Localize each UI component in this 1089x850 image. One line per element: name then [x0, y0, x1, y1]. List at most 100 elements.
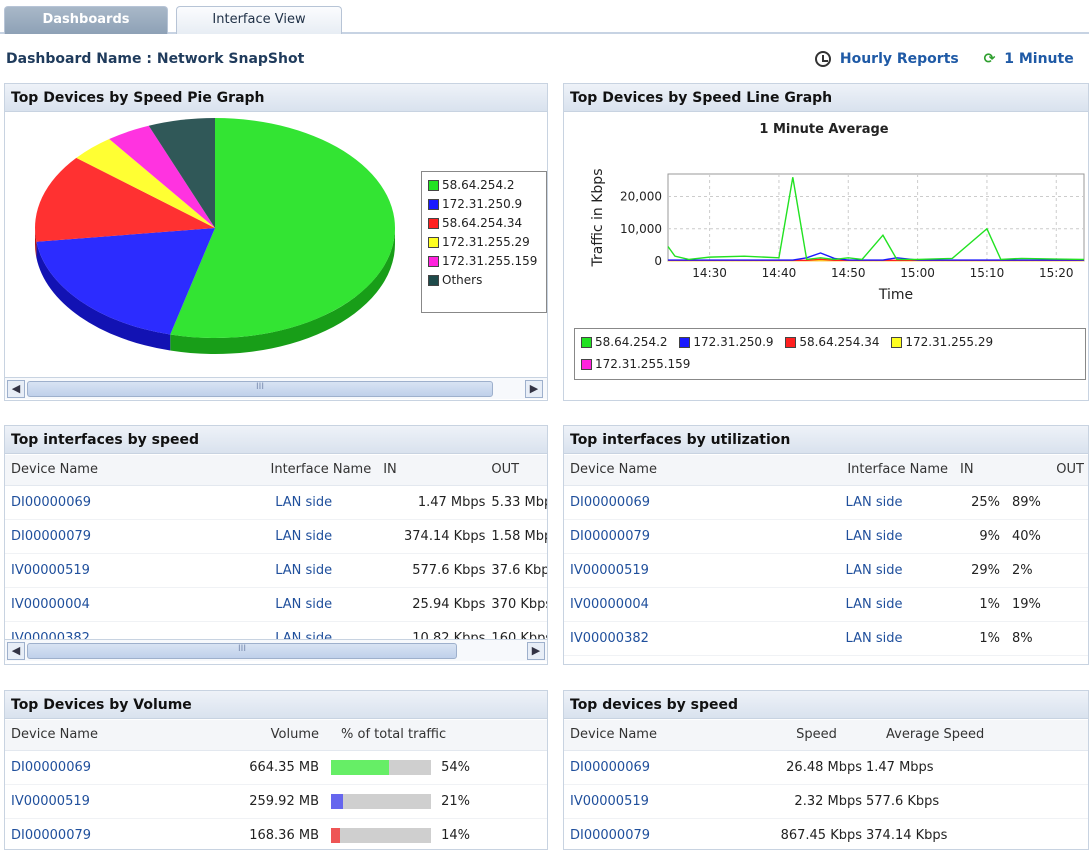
pie-legend-item: 172.31.250.9	[428, 195, 546, 214]
avg-speed-value: 577.6 Kbps	[864, 784, 1088, 819]
avg-speed-value: 1.47 Mbps	[864, 750, 1088, 785]
device-link[interactable]: IV00000519	[5, 784, 225, 819]
in-value: 25.94 Kbps	[377, 587, 486, 622]
pie-legend-item: Others	[428, 271, 546, 290]
devices-volume-panel: Top Devices by Volume Device Name Volume…	[4, 690, 548, 850]
pie-hscrollbar[interactable]: ◀ III ▶	[5, 377, 547, 399]
tab-bar: Dashboards Interface View	[0, 0, 1089, 34]
interfaces-speed-panel: Top interfaces by speed Device Name Inte…	[4, 425, 548, 665]
traffic-cell: 14%	[325, 818, 547, 849]
interface-link[interactable]: LAN side	[230, 587, 378, 622]
interfaces-speed-table: Device Name Interface Name IN OUT DI0000…	[5, 455, 547, 656]
table-row: DI00000079 LAN side 374.14 Kbps 1.58 Mbp…	[5, 519, 547, 554]
line-legend-item: 58.64.254.2	[581, 333, 668, 352]
device-link[interactable]: IV00000004	[564, 587, 794, 622]
line-legend: 58.64.254.2 172.31.250.9 58.64.254.34 17…	[574, 328, 1086, 380]
tab-dashboards[interactable]: Dashboards	[4, 6, 168, 34]
plot-area	[667, 173, 1085, 262]
interfaces-util-table: Device Name Interface Name IN OUT DI0000…	[564, 455, 1088, 656]
traffic-bar	[331, 827, 431, 843]
volume-value: 259.92 MB	[225, 784, 325, 819]
scroll-right-button[interactable]: ▶	[525, 380, 543, 398]
in-value: 25%	[954, 485, 1006, 520]
device-link[interactable]: DI00000079	[5, 519, 231, 554]
scroll-left-button[interactable]: ◀	[7, 380, 25, 398]
pie-legend-item: 172.31.255.159	[428, 252, 546, 271]
scroll-left-button[interactable]: ◀	[7, 642, 25, 660]
device-link[interactable]: DI00000079	[564, 519, 794, 554]
interface-link[interactable]: LAN side	[794, 485, 954, 520]
scroll-thumb[interactable]: III	[27, 643, 457, 659]
device-link[interactable]: DI00000079	[5, 818, 225, 849]
hourly-reports-link[interactable]: Hourly Reports	[840, 51, 959, 67]
out-value: 370 Kbps	[485, 587, 547, 622]
refresh-icon[interactable]: ⟳	[984, 51, 996, 67]
device-link[interactable]: IV00000004	[5, 587, 231, 622]
table-row: IV00000519 259.92 MB 21%	[5, 784, 547, 819]
interface-link[interactable]: LAN side	[794, 621, 954, 656]
traffic-percent: 54%	[441, 759, 471, 775]
table-row: IV00000382 LAN side 1% 8%	[564, 621, 1088, 656]
in-value: 577.6 Kbps	[377, 553, 486, 588]
y-tick-label: 0	[654, 254, 662, 268]
table-row: IV00000519 LAN side 29% 2%	[564, 553, 1088, 588]
legend-swatch	[679, 337, 691, 348]
device-link[interactable]: DI00000079	[564, 818, 769, 849]
interval-link[interactable]: 1 Minute	[1004, 51, 1073, 67]
interface-link[interactable]: LAN side	[230, 553, 378, 588]
interfaces-util-title: Top interfaces by utilization	[564, 426, 1088, 454]
table-row: DI00000079 LAN side 9% 40%	[564, 519, 1088, 554]
interface-link[interactable]: LAN side	[794, 553, 954, 588]
column-header: Volume	[225, 720, 325, 751]
tab-interface-view[interactable]: Interface View	[176, 6, 342, 34]
line-panel-title: Top Devices by Speed Line Graph	[564, 84, 1088, 112]
x-tick-label: 14:30	[692, 266, 727, 280]
device-link[interactable]: IV00000519	[564, 784, 769, 819]
device-link[interactable]: DI00000069	[5, 485, 231, 520]
legend-label: 58.64.254.34	[799, 335, 880, 349]
x-axis-label: Time	[878, 287, 913, 303]
interfaces-hscrollbar[interactable]: ◀ III ▶	[5, 639, 547, 661]
x-tick-label: 14:40	[762, 266, 797, 280]
device-link[interactable]: IV00000382	[564, 621, 794, 656]
in-value: 29%	[954, 553, 1006, 588]
column-header: Device Name	[564, 720, 769, 751]
column-header: Device Name	[5, 720, 225, 751]
devices-volume-title: Top Devices by Volume	[5, 691, 547, 719]
interface-link[interactable]: LAN side	[230, 519, 378, 554]
in-value: 1%	[954, 587, 1006, 622]
line-legend-item: 172.31.255.159	[581, 355, 690, 374]
device-link[interactable]: DI00000069	[564, 485, 794, 520]
device-link[interactable]: IV00000519	[5, 553, 231, 588]
table-row: DI00000079 867.45 Kbps 374.14 Kbps	[564, 818, 1088, 849]
scroll-thumb[interactable]: III	[27, 381, 493, 397]
x-tick-label: 15:20	[1039, 266, 1074, 280]
pie-panel-title: Top Devices by Speed Pie Graph	[5, 84, 547, 112]
x-tick-label: 15:00	[900, 266, 935, 280]
line-legend-item: 172.31.250.9	[679, 333, 774, 352]
pie-legend: 58.64.254.2 172.31.250.9 58.64.254.34 17…	[421, 171, 547, 313]
out-value: 8%	[1006, 621, 1088, 656]
column-header: IN	[377, 455, 486, 486]
x-tick-label: 14:50	[831, 266, 866, 280]
device-link[interactable]: DI00000069	[5, 750, 225, 785]
legend-label: 172.31.255.159	[595, 357, 691, 371]
line-chart-title: 1 Minute Average	[759, 122, 889, 137]
interface-link[interactable]: LAN side	[794, 587, 954, 622]
top-links: Hourly Reports ⟳ 1 Minute	[815, 51, 1074, 67]
legend-label: 172.31.255.29	[442, 235, 530, 249]
interface-link[interactable]: LAN side	[794, 519, 954, 554]
legend-swatch	[428, 218, 439, 229]
legend-swatch	[891, 337, 903, 348]
interfaces-util-panel: Top interfaces by utilization Device Nam…	[563, 425, 1089, 665]
line-panel: Top Devices by Speed Line Graph 1 Minute…	[563, 83, 1089, 401]
interface-link[interactable]: LAN side	[230, 485, 378, 520]
traffic-bar	[331, 793, 431, 809]
device-link[interactable]: IV00000519	[564, 553, 794, 588]
table-row: DI00000069 26.48 Mbps 1.47 Mbps	[564, 750, 1088, 785]
scroll-right-button[interactable]: ▶	[527, 642, 545, 660]
column-header: Device Name	[564, 455, 794, 486]
device-link[interactable]: DI00000069	[564, 750, 769, 785]
column-header: Device Name	[5, 455, 231, 486]
table-row: IV00000519 2.32 Mbps 577.6 Kbps	[564, 784, 1088, 819]
